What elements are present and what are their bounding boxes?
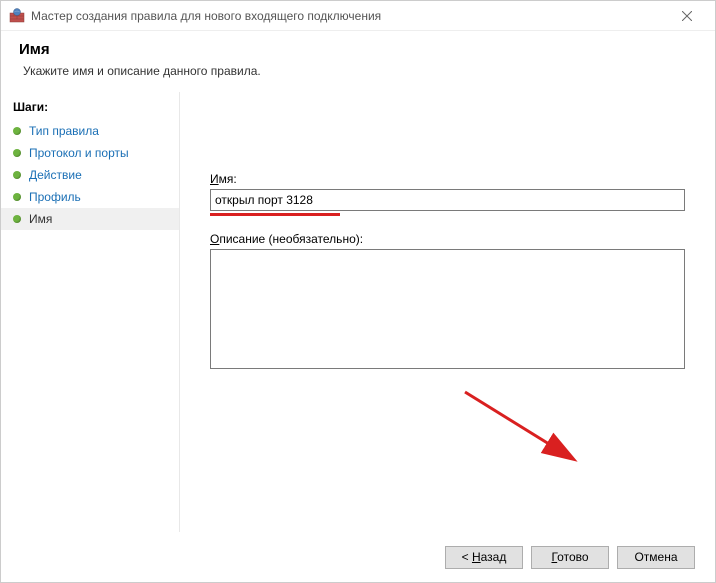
wizard-window: Мастер создания правила для нового входя… [0,0,716,583]
close-button[interactable] [667,1,707,30]
finish-button[interactable]: Готово [531,546,609,569]
bullet-icon [13,215,21,223]
titlebar: Мастер создания правила для нового входя… [1,1,715,31]
description-input[interactable] [210,249,685,369]
button-bar: < Назад Готово Отмена [1,532,715,582]
description-label: Описание (необязательно): [210,232,685,246]
steps-sidebar: Шаги: Тип правила Протокол и порты Дейст… [1,92,179,532]
content-area: Шаги: Тип правила Протокол и порты Дейст… [1,92,715,532]
step-label: Действие [29,168,82,182]
page-subtitle: Укажите имя и описание данного правила. [19,64,697,78]
steps-heading: Шаги: [1,96,179,120]
step-profile[interactable]: Профиль [1,186,179,208]
name-input[interactable] [210,189,685,211]
close-icon [682,11,692,21]
name-label: Имя: [210,172,685,186]
step-protocol-ports[interactable]: Протокол и порты [1,142,179,164]
bullet-icon [13,171,21,179]
bullet-icon [13,127,21,135]
bullet-icon [13,149,21,157]
wizard-header: Имя Укажите имя и описание данного прави… [1,31,715,92]
step-rule-type[interactable]: Тип правила [1,120,179,142]
step-name[interactable]: Имя [1,208,179,230]
page-title: Имя [19,41,697,58]
step-label: Протокол и порты [29,146,129,160]
arrow-annotation [455,382,595,472]
bullet-icon [13,193,21,201]
cancel-button[interactable]: Отмена [617,546,695,569]
step-label: Тип правила [29,124,99,138]
main-panel: Имя: Описание (необязательно): [179,92,715,532]
back-button[interactable]: < Назад [445,546,523,569]
step-action[interactable]: Действие [1,164,179,186]
firewall-icon [9,8,25,24]
highlight-annotation [210,213,340,216]
window-title: Мастер создания правила для нового входя… [31,9,381,23]
step-label: Профиль [29,190,81,204]
step-label: Имя [29,212,52,226]
